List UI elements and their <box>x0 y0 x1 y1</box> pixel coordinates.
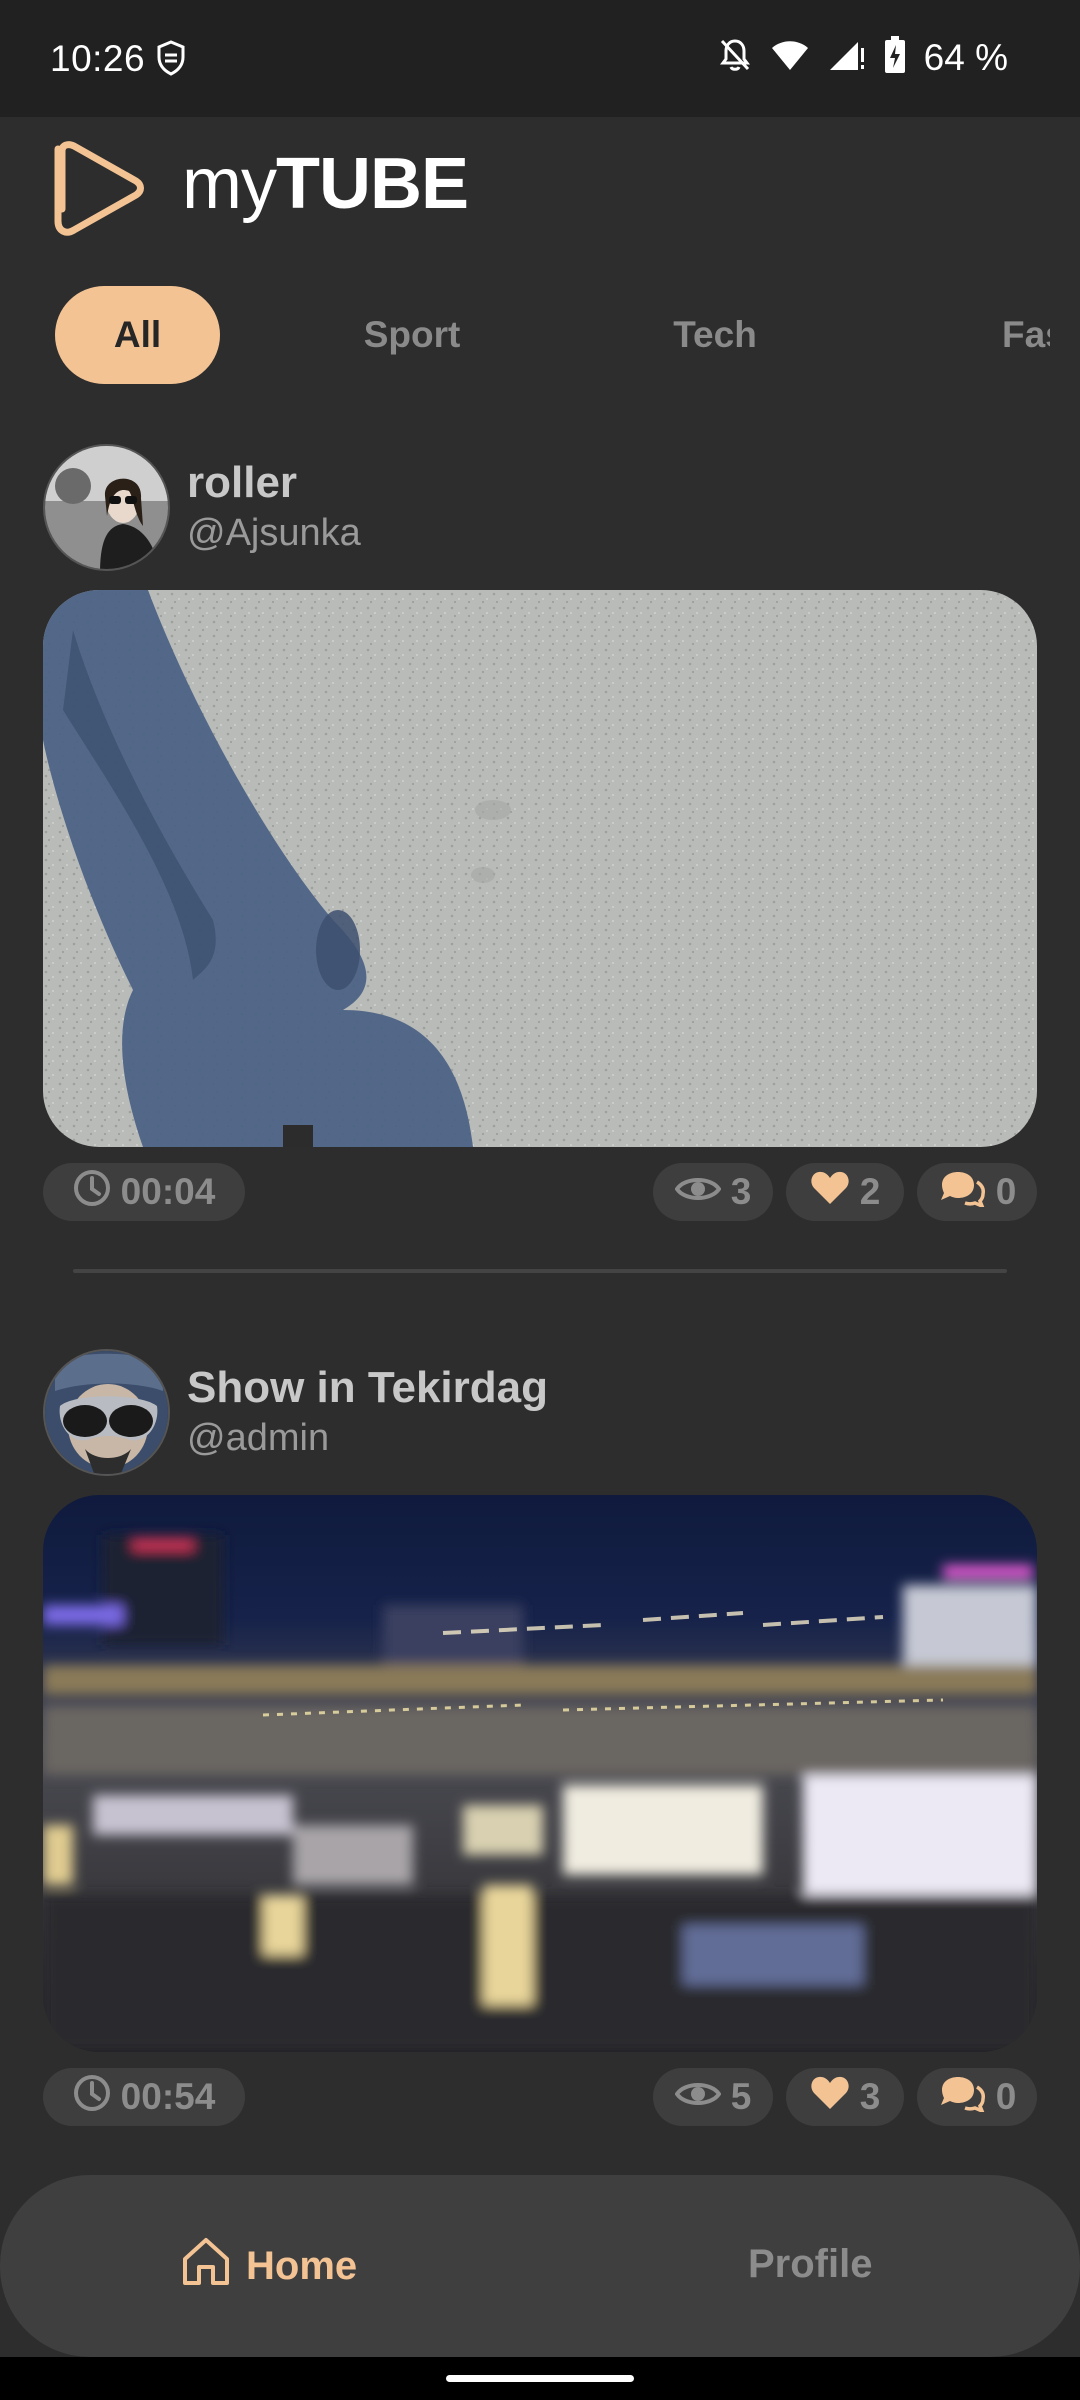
gesture-navigation-bar <box>0 2357 1080 2400</box>
status-time: 10:26 <box>50 38 146 79</box>
post-username[interactable]: @admin <box>187 1417 329 1460</box>
heart-icon <box>810 2075 850 2120</box>
comments-icon <box>938 1169 986 1216</box>
logo-text-light: my <box>182 144 277 224</box>
clock-icon <box>73 2074 111 2121</box>
eye-icon <box>674 1171 722 1213</box>
status-bar: 10:26 64 % <box>0 0 1080 117</box>
likes-button[interactable]: 2 <box>786 1163 904 1221</box>
likes-count: 3 <box>859 2076 881 2117</box>
eye-icon <box>674 2076 722 2118</box>
shield-icon <box>157 40 185 81</box>
duration-badge: 00:54 <box>43 2068 245 2126</box>
play-logo-icon <box>50 139 144 242</box>
avatar[interactable] <box>43 1349 170 1476</box>
category-chip-all[interactable]: All <box>55 286 220 384</box>
video-thumbnail[interactable] <box>43 1495 1037 2052</box>
nav-profile-tab[interactable]: Profile <box>748 2242 872 2287</box>
wifi-icon <box>770 39 810 76</box>
signal-icon <box>828 38 866 77</box>
likes-button[interactable]: 3 <box>786 2068 904 2126</box>
duration-text: 00:54 <box>120 2076 216 2117</box>
clock-icon <box>73 1169 111 1216</box>
status-icons: 64 % <box>718 36 1008 79</box>
video-thumbnail[interactable] <box>43 590 1037 1147</box>
views-badge: 5 <box>653 2068 773 2126</box>
category-chip-sport[interactable]: Sport <box>322 286 502 384</box>
post-username[interactable]: @Ajsunka <box>187 512 361 555</box>
post-title[interactable]: roller <box>187 458 297 508</box>
comments-button[interactable]: 0 <box>917 1163 1037 1221</box>
comments-button[interactable]: 0 <box>917 2068 1037 2126</box>
battery-percentage: 64 % <box>923 36 1008 78</box>
bottom-navigation: Home Profile <box>0 2175 1080 2357</box>
logo-text-bold: TUBE <box>275 144 469 224</box>
views-count: 5 <box>730 2076 752 2117</box>
category-tabs: All Sport Tech Fas <box>0 280 1050 390</box>
app-logo-text: myTUBE <box>182 143 469 225</box>
avatar[interactable] <box>43 444 170 571</box>
views-badge: 3 <box>653 1163 773 1221</box>
home-gesture-handle[interactable] <box>446 2375 634 2382</box>
duration-text: 00:04 <box>120 1171 216 1212</box>
app-header: myTUBE <box>0 117 1080 267</box>
likes-count: 2 <box>859 1171 881 1212</box>
duration-badge: 00:04 <box>43 1163 245 1221</box>
home-icon <box>180 2235 232 2297</box>
nav-home-label: Home <box>246 2243 358 2288</box>
comments-count: 0 <box>995 1171 1017 1212</box>
bell-off-icon <box>718 37 752 78</box>
category-chip-tech[interactable]: Tech <box>625 286 805 384</box>
nav-home-tab[interactable]: Home <box>180 2235 357 2297</box>
comments-count: 0 <box>995 2076 1017 2117</box>
post-title[interactable]: Show in Tekirdag <box>187 1363 548 1413</box>
views-count: 3 <box>730 1171 752 1212</box>
comments-icon <box>938 2074 986 2121</box>
heart-icon <box>810 1170 850 1215</box>
category-chip-fashion[interactable]: Fas <box>960 286 1050 384</box>
battery-charging-icon <box>884 36 906 79</box>
post-divider <box>73 1269 1007 1273</box>
